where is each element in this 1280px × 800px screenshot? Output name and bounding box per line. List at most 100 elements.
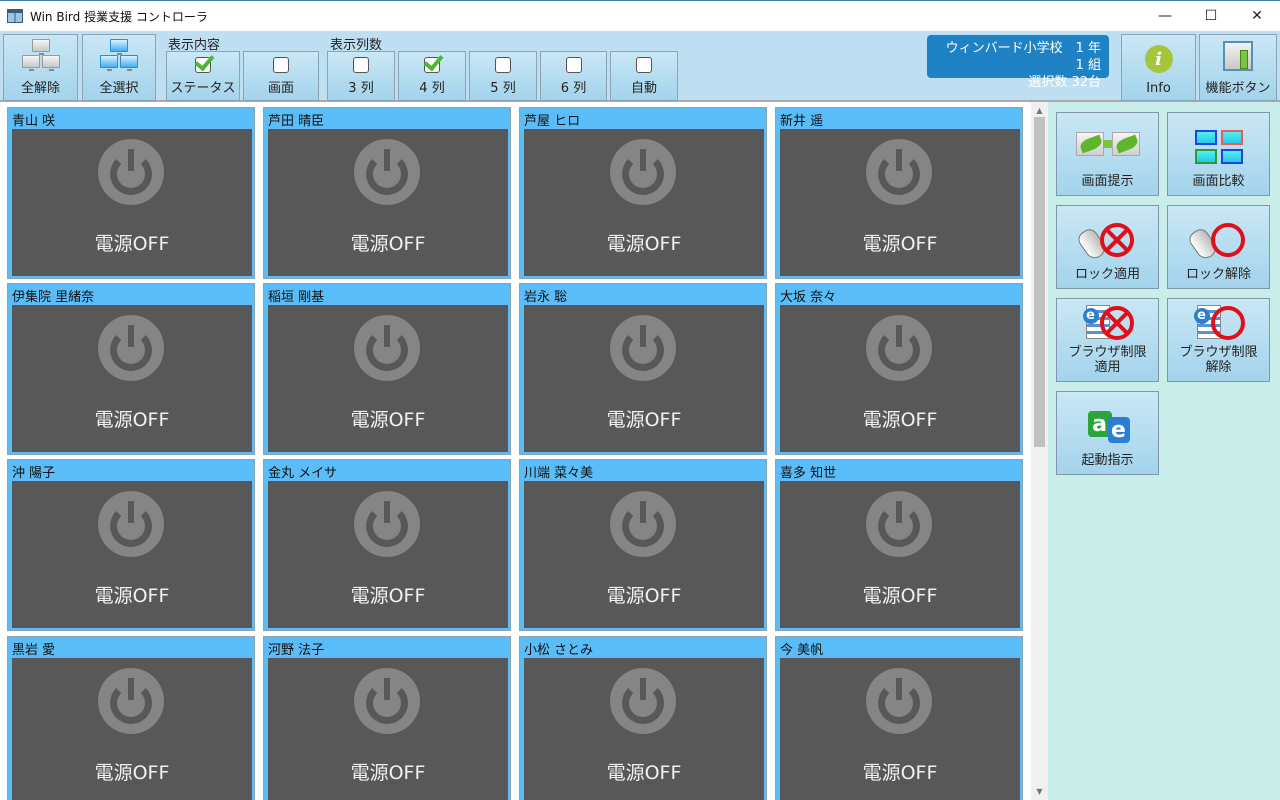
student-tile[interactable]: 沖 陽子 電源OFF (7, 459, 255, 631)
student-name: 今 美帆 (780, 643, 824, 658)
student-tile[interactable]: 河野 法子電源OFF (263, 636, 511, 800)
select-all-label: 全選択 (99, 81, 139, 96)
power-status: 電源OFF (606, 233, 682, 255)
student-screen: 電源OFF (268, 658, 508, 800)
browser-restrict-apply-label-2: 適用 (1094, 360, 1121, 375)
browser-restrict-release-button[interactable]: ブラウザ制限 解除 (1167, 298, 1270, 382)
screen-present-icon (1075, 128, 1140, 168)
maximize-button[interactable]: ☐ (1188, 1, 1234, 31)
power-icon (98, 491, 164, 557)
student-name: 大坂 奈々 (780, 290, 837, 305)
power-icon (866, 315, 932, 381)
browser-restrict-apply-button[interactable]: ブラウザ制限 適用 (1056, 298, 1159, 382)
checkbox-checked-icon (424, 57, 440, 73)
screen-present-button[interactable]: 画面提示 (1056, 112, 1159, 196)
monitors-gray-icon (19, 39, 63, 73)
power-icon (866, 139, 932, 205)
checkbox-unchecked-icon (636, 57, 652, 73)
lock-apply-button[interactable]: ロック適用 (1056, 205, 1159, 289)
power-status: 電源OFF (94, 233, 170, 255)
checkbox-unchecked-icon (273, 57, 289, 73)
select-all-button[interactable]: 全選択 (82, 34, 156, 101)
power-status: 電源OFF (94, 409, 170, 431)
columns-auto-toggle[interactable]: 自動 (610, 51, 678, 101)
browser-restrict-release-label-2: 解除 (1205, 360, 1232, 375)
minimize-button[interactable]: — (1142, 1, 1188, 31)
class-info-badge: ウィンバード小学校 1 年 1 組 選択数 32台 (927, 35, 1109, 90)
function-buttons-toggle[interactable]: 機能ボタン (1199, 34, 1277, 101)
columns-5-toggle[interactable]: 5 列 (469, 51, 537, 101)
power-icon (866, 491, 932, 557)
function-panel: 画面提示 画面比較 ロック適用 ロック解除 ブラウザ制限 適用 (1048, 102, 1280, 800)
display-screen-toggle[interactable]: 画面 (243, 51, 319, 101)
power-status: 電源OFF (350, 762, 426, 784)
deselect-all-button[interactable]: 全解除 (3, 34, 78, 101)
display-screen-label: 画面 (267, 81, 294, 96)
student-tile[interactable]: 大坂 奈々 電源OFF (775, 283, 1023, 455)
window-title: Win Bird 授業支援 コントローラ (30, 9, 208, 24)
student-tile[interactable]: 稲垣 剛基 電源OFF (263, 283, 511, 455)
power-icon (98, 315, 164, 381)
browser-restrict-icon (1076, 303, 1140, 343)
scroll-down-icon[interactable]: ▼ (1031, 783, 1048, 800)
monitors-blue-icon (97, 39, 141, 73)
student-tile[interactable]: 喜多 知世 電源OFF (775, 459, 1023, 631)
power-status: 電源OFF (606, 762, 682, 784)
student-tile[interactable]: 青山 咲電源OFF (7, 107, 255, 279)
screen-compare-button[interactable]: 画面比較 (1167, 112, 1270, 196)
screen-compare-label: 画面比較 (1192, 174, 1245, 189)
power-status: 電源OFF (94, 762, 170, 784)
student-tile[interactable]: 小松 さとみ電源OFF (519, 636, 767, 800)
columns-6-label: 6 列 (560, 81, 587, 96)
student-tile[interactable]: 新井 遥電源OFF (775, 107, 1023, 279)
checkbox-unchecked-icon (353, 57, 369, 73)
scrollbar-thumb[interactable] (1034, 117, 1045, 447)
info-label: Info (1146, 81, 1171, 96)
vertical-scrollbar[interactable]: ▲ ▼ (1031, 102, 1048, 800)
deselect-all-label: 全解除 (20, 81, 60, 96)
columns-6-toggle[interactable]: 6 列 (540, 51, 607, 101)
selected-count-text: 選択数 32台 (1028, 75, 1101, 90)
launch-instruction-label: 起動指示 (1081, 453, 1134, 468)
lock-apply-label: ロック適用 (1074, 267, 1140, 282)
checkbox-unchecked-icon (565, 57, 582, 73)
display-status-toggle[interactable]: ステータス (166, 51, 240, 101)
student-screen: 電源OFF (524, 305, 764, 452)
screen-compare-icon (1187, 128, 1251, 168)
student-screen: 電源OFF (268, 305, 508, 452)
student-screen: 電源OFF (780, 658, 1020, 800)
display-status-label: ステータス (170, 81, 236, 96)
power-icon (98, 668, 164, 734)
student-grid: 青山 咲電源OFF 芦田 晴臣 電源OFF 芦屋 ヒロ 電源OFF 新井 遥電源OFF 伊集… (0, 102, 1031, 800)
student-name: 沖 陽子 (12, 466, 56, 481)
student-tile[interactable]: 芦屋 ヒロ 電源OFF (519, 107, 767, 279)
info-button[interactable]: i Info (1121, 34, 1196, 101)
student-name: 河野 法子 (268, 643, 325, 658)
columns-4-label: 4 列 (419, 81, 445, 96)
power-status: 電源OFF (606, 409, 682, 431)
power-icon (610, 668, 676, 734)
browser-unrestrict-icon (1187, 303, 1251, 343)
columns-4-toggle[interactable]: 4 列 (398, 51, 466, 101)
columns-3-toggle[interactable]: 3 列 (327, 51, 395, 101)
student-tile[interactable]: 岩永 聡電源OFF (519, 283, 767, 455)
student-tile[interactable]: 川端 菜々美 電源OFF (519, 459, 767, 631)
student-name: 川端 菜々美 (524, 466, 594, 481)
school-class-text: ウィンバード小学校 1 年 1 組 (945, 41, 1101, 73)
launch-instruction-button[interactable]: a e 起動指示 (1056, 391, 1159, 475)
close-button[interactable]: ✕ (1234, 1, 1280, 31)
columns-auto-label: 自動 (630, 81, 657, 96)
student-tile[interactable]: 金丸 メイサ 電源OFF (263, 459, 511, 631)
student-name: 小松 さとみ (524, 643, 594, 658)
student-screen: 電源OFF (524, 129, 764, 276)
student-tile[interactable]: 芦田 晴臣 電源OFF (263, 107, 511, 279)
window-controls: — ☐ ✕ (1142, 1, 1280, 31)
student-name: 稲垣 剛基 (268, 290, 325, 305)
power-status: 電源OFF (862, 585, 938, 607)
student-tile[interactable]: 黒岩 愛電源OFF (7, 636, 255, 800)
lock-release-button[interactable]: ロック解除 (1167, 205, 1270, 289)
toolbar: 全解除 全選択 表示内容 ステータス 画面 表示列数 3 列 4 列 5 列 6… (0, 31, 1280, 102)
student-tile[interactable]: 伊集院 里緒奈 電源OFF (7, 283, 255, 455)
info-icon: i (1144, 45, 1173, 73)
student-tile[interactable]: 今 美帆 電源OFF (775, 636, 1023, 800)
